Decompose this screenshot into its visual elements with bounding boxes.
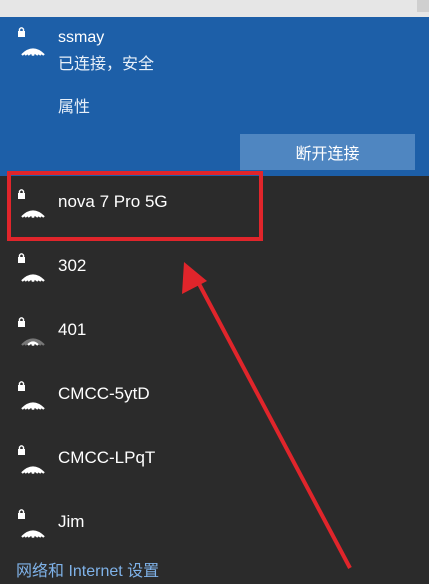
wifi-secured-icon: [15, 379, 47, 411]
wifi-secured-icon: [15, 443, 47, 475]
window-corner: [417, 0, 429, 12]
wifi-secured-icon: [15, 25, 47, 57]
wifi-secured-icon: [15, 507, 47, 539]
network-name: 401: [58, 320, 87, 339]
network-flyout: ssmay 已连接，安全 属性 断开连接 nova 7 Pro 5G 302 4…: [0, 0, 429, 584]
connection-status: 已连接，安全: [58, 56, 155, 73]
connected-network-card[interactable]: ssmay 已连接，安全 属性 断开连接: [0, 17, 429, 176]
top-edge: [0, 0, 429, 17]
wifi-secured-icon: [15, 251, 47, 283]
wifi-secured-icon: [15, 315, 47, 347]
network-item-cmcc-5ytd[interactable]: CMCC-5ytD: [0, 369, 429, 425]
annotation-highlight-box: [7, 171, 263, 241]
network-item-401[interactable]: 401: [0, 305, 429, 361]
network-name: 302: [58, 256, 87, 275]
network-name: CMCC-5ytD: [58, 384, 150, 403]
network-name: CMCC-LPqT: [58, 448, 156, 467]
network-settings-link[interactable]: 网络和 Internet 设置: [16, 557, 159, 581]
connected-ssid: ssmay: [58, 29, 105, 46]
network-item-cmcc-lpqt[interactable]: CMCC-LPqT: [0, 433, 429, 489]
properties-link[interactable]: 属性: [58, 93, 90, 117]
disconnect-button[interactable]: 断开连接: [240, 134, 415, 170]
network-item-jim[interactable]: Jim: [0, 497, 429, 553]
network-item-302[interactable]: 302: [0, 241, 429, 297]
network-name: Jim: [58, 512, 85, 531]
